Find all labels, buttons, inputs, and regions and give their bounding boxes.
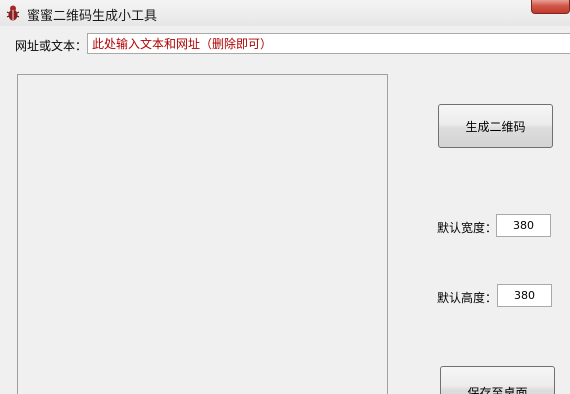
app-window: 蜜蜜二维码生成小工具 网址或文本： 生成二维码 默认宽度： 默认高度： 保存至桌… [0,0,570,394]
close-button[interactable] [531,0,570,14]
width-label: 默认宽度： [437,221,498,235]
width-input[interactable] [496,214,551,237]
title-bar[interactable]: 蜜蜜二维码生成小工具 [0,0,570,26]
window-title: 蜜蜜二维码生成小工具 [27,9,158,24]
generate-qr-button[interactable]: 生成二维码 [438,104,553,148]
url-text-input[interactable] [87,33,570,54]
save-to-desktop-button[interactable]: 保存至桌面 [440,366,555,394]
url-label: 网址或文本： [15,39,88,53]
height-input[interactable] [497,284,552,307]
app-bug-icon [5,4,21,22]
qr-code-preview [17,74,388,394]
height-label: 默认高度： [437,291,498,305]
